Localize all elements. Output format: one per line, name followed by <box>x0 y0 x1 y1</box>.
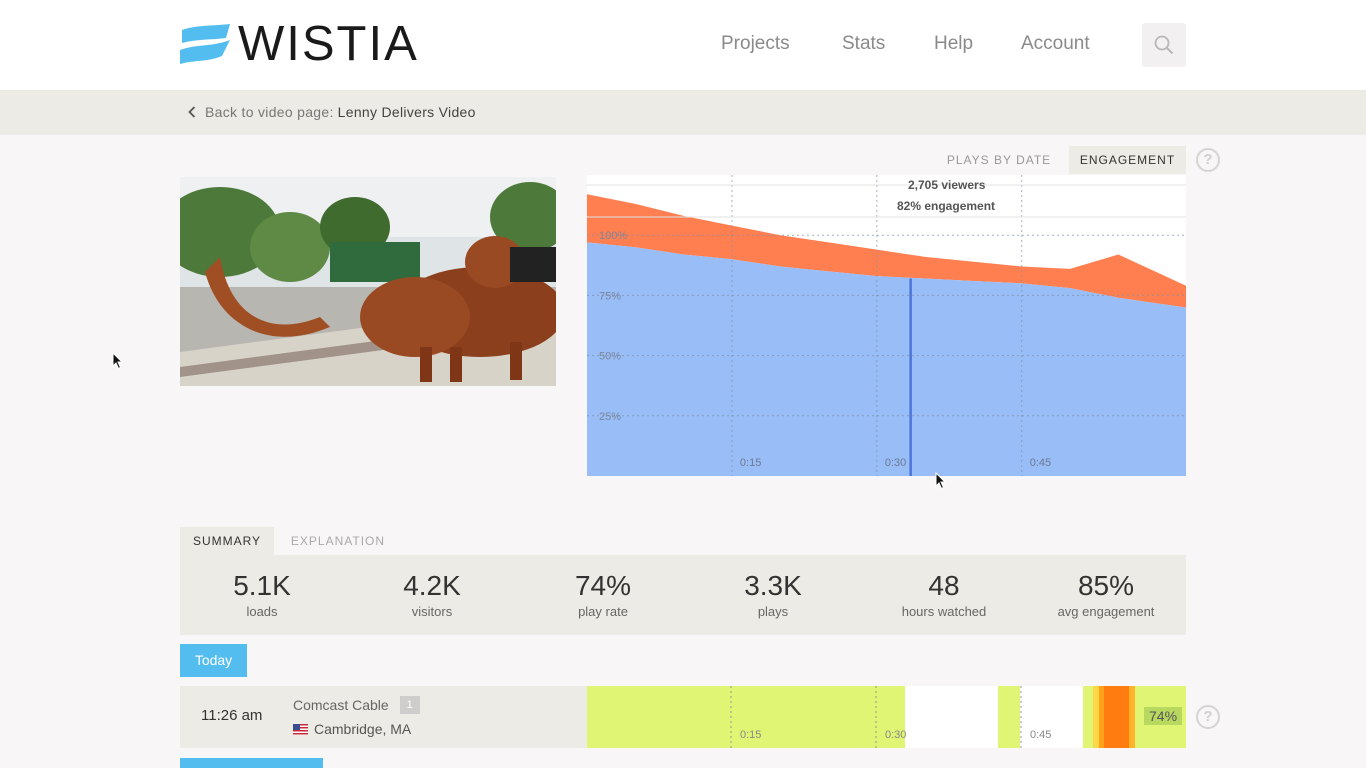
stat-value: 3.3K <box>744 570 802 601</box>
breadcrumb-prefix: Back to video page: <box>205 104 334 120</box>
back-to-video-link[interactable]: Back to video page: Lenny Delivers Video <box>188 104 476 120</box>
stat-label: hours watched <box>901 604 987 619</box>
search-icon <box>1154 35 1174 55</box>
stat-label: visitors <box>411 604 453 619</box>
stat-label: play rate <box>578 604 628 619</box>
tooltip-engagement: 82% engagement <box>897 199 996 213</box>
brand-name: WISTIA <box>238 16 419 71</box>
mouse-cursor-icon <box>112 352 124 370</box>
group-label-today[interactable]: Today <box>180 644 247 677</box>
heatmap-tick-0-45: 0:45 <box>1030 729 1051 741</box>
stat-label: plays <box>757 604 789 619</box>
session-isp: Comcast Cable 1 <box>293 696 420 714</box>
y-tick-label: 50% <box>599 351 621 363</box>
stat-label: loads <box>246 604 278 619</box>
session-count-badge: 1 <box>399 696 420 714</box>
stat-value: 48 <box>928 570 960 601</box>
tooltip-viewers: 2,705 viewers <box>908 178 986 192</box>
heatmap-tick-0-15: 0:15 <box>740 729 761 741</box>
tab-explanation[interactable]: EXPLANATION <box>280 527 396 555</box>
nav-stats[interactable]: Stats <box>842 33 885 55</box>
stat-avg-engagement: 85% avg engagement <box>1026 569 1186 619</box>
session-engagement-badge: 74% <box>1144 707 1183 725</box>
video-frame-image <box>180 177 556 386</box>
engagement-chart[interactable]: 100% 75% 50% 25% 0:15 0:30 0:45 2,705 viewers … <box>587 175 1186 476</box>
summary-stats: 5.1K loads 4.2K visitors 74% play rate 3… <box>180 555 1186 635</box>
stat-visitors: 4.2K visitors <box>352 569 512 619</box>
location-text: Cambridge, MA <box>314 721 412 737</box>
tab-plays-by-date[interactable]: PLAYS BY DATE <box>936 146 1062 174</box>
y-tick-label: 100% <box>599 230 627 242</box>
nav-projects[interactable]: Projects <box>721 33 790 55</box>
x-tick-label: 0:15 <box>740 457 761 469</box>
stat-value: 74% <box>574 570 632 601</box>
session-row[interactable]: 11:26 am Comcast Cable 1 Cambridge, MA 0… <box>180 686 1186 748</box>
wistia-logo[interactable]: WISTIA <box>180 16 419 71</box>
help-icon[interactable]: ? <box>1196 148 1220 172</box>
nav-help[interactable]: Help <box>934 33 973 55</box>
chevron-left-icon <box>188 106 196 118</box>
us-flag-icon <box>293 723 308 735</box>
session-heatmap: 0:15 0:30 0:45 <box>587 686 1186 748</box>
tab-engagement[interactable]: ENGAGEMENT <box>1069 146 1186 174</box>
search-button[interactable] <box>1142 23 1186 67</box>
session-time: 11:26 am <box>201 707 263 724</box>
video-thumbnail[interactable] <box>180 177 556 386</box>
next-group-label[interactable] <box>180 758 323 768</box>
x-tick-label: 0:30 <box>885 457 906 469</box>
row-help-icon[interactable]: ? <box>1196 705 1220 729</box>
stat-value: 4.2K <box>403 570 461 601</box>
breadcrumb-video-title: Lenny Delivers Video <box>337 104 476 120</box>
stat-label: avg engagement <box>1057 604 1155 619</box>
x-tick-label: 0:45 <box>1030 457 1051 469</box>
heatmap-tick-0-30: 0:30 <box>885 729 906 741</box>
engagement-graph: 100% 75% 50% 25% 0:15 0:30 0:45 <box>587 175 1186 476</box>
stat-play-rate: 74% play rate <box>523 569 683 619</box>
stat-hours-watched: 48 hours watched <box>864 569 1024 619</box>
stat-loads: 5.1K loads <box>182 569 342 619</box>
wistia-wave-icon <box>180 24 230 64</box>
isp-name: Comcast Cable <box>293 697 389 713</box>
session-location: Cambridge, MA <box>293 721 411 737</box>
nav-account[interactable]: Account <box>1021 33 1090 55</box>
stat-value: 85% <box>1077 570 1135 601</box>
y-tick-label: 75% <box>599 290 621 302</box>
mouse-cursor-icon <box>935 472 947 490</box>
stat-value: 5.1K <box>233 570 291 601</box>
tab-summary[interactable]: SUMMARY <box>180 527 274 555</box>
stat-plays: 3.3K plays <box>693 569 853 619</box>
y-tick-label: 25% <box>599 411 621 423</box>
